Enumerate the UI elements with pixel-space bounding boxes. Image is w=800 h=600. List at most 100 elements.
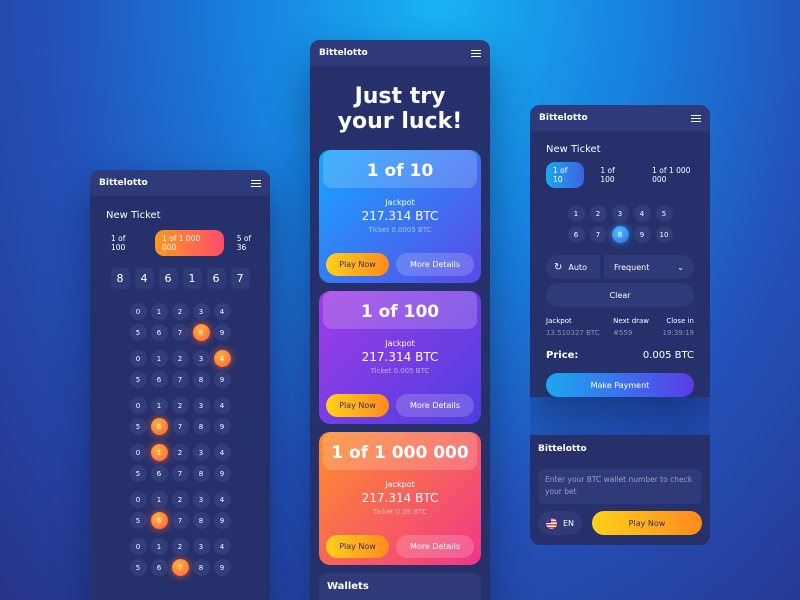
number-ball[interactable]: 5 (129, 418, 147, 435)
ticket-digit: 6 (206, 268, 226, 289)
play-now-button[interactable]: Play Now (326, 394, 389, 417)
wallet-input[interactable]: Enter your BTC wallet number to check yo… (538, 469, 702, 504)
more-details-button[interactable]: More Details (396, 394, 474, 417)
number-ball[interactable]: 3 (192, 303, 210, 320)
number-ball[interactable]: 2 (171, 350, 189, 367)
number-ball[interactable]: 1 (150, 444, 168, 461)
ticket-tab[interactable]: 1 of 1 000 000 (155, 230, 224, 256)
number-ball[interactable]: 3 (192, 538, 210, 555)
number-ball[interactable]: 5 (129, 324, 147, 341)
ticket-type-tabs: 1 of 10 1 of 100 1 of 1 000 000 (546, 162, 710, 188)
number-ball[interactable]: 8 (192, 465, 210, 482)
number-ball[interactable]: 4 (213, 444, 231, 461)
lottery-card: 1 of 1 000 000 Jackpot 217.314 BTC Ticket 0… (319, 432, 481, 565)
number-ball[interactable]: 5 (129, 465, 147, 482)
number-ball[interactable]: 1 (150, 491, 168, 508)
number-ball[interactable]: 2 (171, 444, 189, 461)
number-ball[interactable]: 7 (171, 371, 189, 388)
number-ball[interactable]: 0 (129, 350, 147, 367)
number-ball[interactable]: 7 (171, 465, 189, 482)
number-ball[interactable]: 0 (129, 303, 147, 320)
number-row: 56789 (90, 512, 270, 529)
ticket-tab[interactable]: 1 of 100 (593, 162, 636, 188)
number-ball[interactable]: 6 (150, 512, 168, 529)
number-ball[interactable]: 10 (655, 226, 673, 243)
number-ball[interactable]: 9 (213, 465, 231, 482)
number-ball[interactable]: 9 (213, 512, 231, 529)
number-ball[interactable]: 1 (567, 205, 585, 222)
number-ball[interactable]: 9 (633, 226, 651, 243)
make-payment-button[interactable]: Make Payment (546, 373, 694, 397)
number-ball[interactable]: 3 (192, 397, 210, 414)
play-now-button[interactable]: Play Now (326, 535, 389, 558)
number-ball[interactable]: 2 (171, 538, 189, 555)
number-ball[interactable]: 7 (589, 226, 607, 243)
menu-icon[interactable] (471, 49, 481, 57)
number-ball[interactable]: 6 (150, 559, 168, 576)
ticket-tab[interactable]: 5 of 36 (230, 230, 270, 256)
number-ball[interactable]: 7 (171, 512, 189, 529)
play-now-button[interactable]: Play Now (592, 511, 702, 535)
number-ball[interactable]: 7 (171, 418, 189, 435)
language-selector[interactable]: EN (538, 511, 583, 535)
number-ball[interactable]: 6 (150, 324, 168, 341)
play-now-button[interactable]: Play Now (326, 253, 389, 276)
number-ball[interactable]: 2 (171, 491, 189, 508)
number-ball[interactable]: 5 (129, 371, 147, 388)
number-ball[interactable]: 8 (192, 418, 210, 435)
number-ball[interactable]: 3 (611, 205, 629, 222)
number-ball[interactable]: 1 (150, 397, 168, 414)
number-ball[interactable]: 8 (192, 324, 210, 341)
number-ball[interactable]: 8 (192, 371, 210, 388)
frequency-select[interactable]: Frequent ⌄ (604, 255, 694, 279)
number-ball[interactable]: 9 (213, 371, 231, 388)
number-ball[interactable]: 3 (192, 350, 210, 367)
number-ball[interactable]: 0 (129, 444, 147, 461)
more-details-button[interactable]: More Details (396, 253, 474, 276)
ticket-tab[interactable]: 1 of 10 (546, 162, 585, 188)
number-ball[interactable]: 2 (171, 397, 189, 414)
number-ball[interactable]: 7 (171, 559, 189, 576)
number-ball[interactable]: 4 (213, 491, 231, 508)
number-ball[interactable]: 0 (129, 538, 147, 555)
number-ball[interactable]: 1 (150, 538, 168, 555)
number-ball[interactable]: 6 (567, 226, 585, 243)
number-ball[interactable]: 3 (192, 444, 210, 461)
clear-button[interactable]: Clear (546, 283, 694, 307)
number-ball[interactable]: 6 (150, 371, 168, 388)
auto-toggle[interactable]: ↻ Auto (546, 255, 600, 279)
number-ball[interactable]: 3 (192, 491, 210, 508)
right-header: Bittelotto (530, 105, 710, 131)
number-ball[interactable]: 9 (213, 559, 231, 576)
number-ball[interactable]: 8 (611, 226, 629, 243)
number-ball[interactable]: 0 (129, 397, 147, 414)
number-ball[interactable]: 2 (589, 205, 607, 222)
number-ball[interactable]: 4 (213, 350, 231, 367)
number-ball[interactable]: 5 (129, 512, 147, 529)
number-ball[interactable]: 0 (129, 491, 147, 508)
ticket-tab[interactable]: 1 of 1 000 000 (645, 162, 710, 188)
number-group: 01234 56789 (90, 303, 270, 341)
number-ball[interactable]: 9 (213, 418, 231, 435)
number-ball[interactable]: 4 (633, 205, 651, 222)
number-ball[interactable]: 7 (171, 324, 189, 341)
ticket-tab[interactable]: 1 of 100 (104, 230, 149, 256)
menu-icon[interactable] (251, 179, 261, 187)
number-ball[interactable]: 6 (150, 465, 168, 482)
number-ball[interactable]: 1 (150, 350, 168, 367)
number-ball[interactable]: 4 (213, 397, 231, 414)
menu-icon[interactable] (691, 114, 701, 122)
number-ball[interactable]: 2 (171, 303, 189, 320)
number-ball[interactable]: 8 (192, 512, 210, 529)
number-ball[interactable]: 8 (192, 559, 210, 576)
number-ball[interactable]: 5 (655, 205, 673, 222)
number-ball[interactable]: 5 (129, 559, 147, 576)
wallets-section-title: Wallets (319, 573, 481, 600)
number-ball[interactable]: 4 (213, 538, 231, 555)
us-flag-icon (546, 517, 557, 529)
number-ball[interactable]: 6 (150, 418, 168, 435)
number-ball[interactable]: 9 (213, 324, 231, 341)
number-ball[interactable]: 4 (213, 303, 231, 320)
number-ball[interactable]: 1 (150, 303, 168, 320)
more-details-button[interactable]: More Details (396, 535, 474, 558)
